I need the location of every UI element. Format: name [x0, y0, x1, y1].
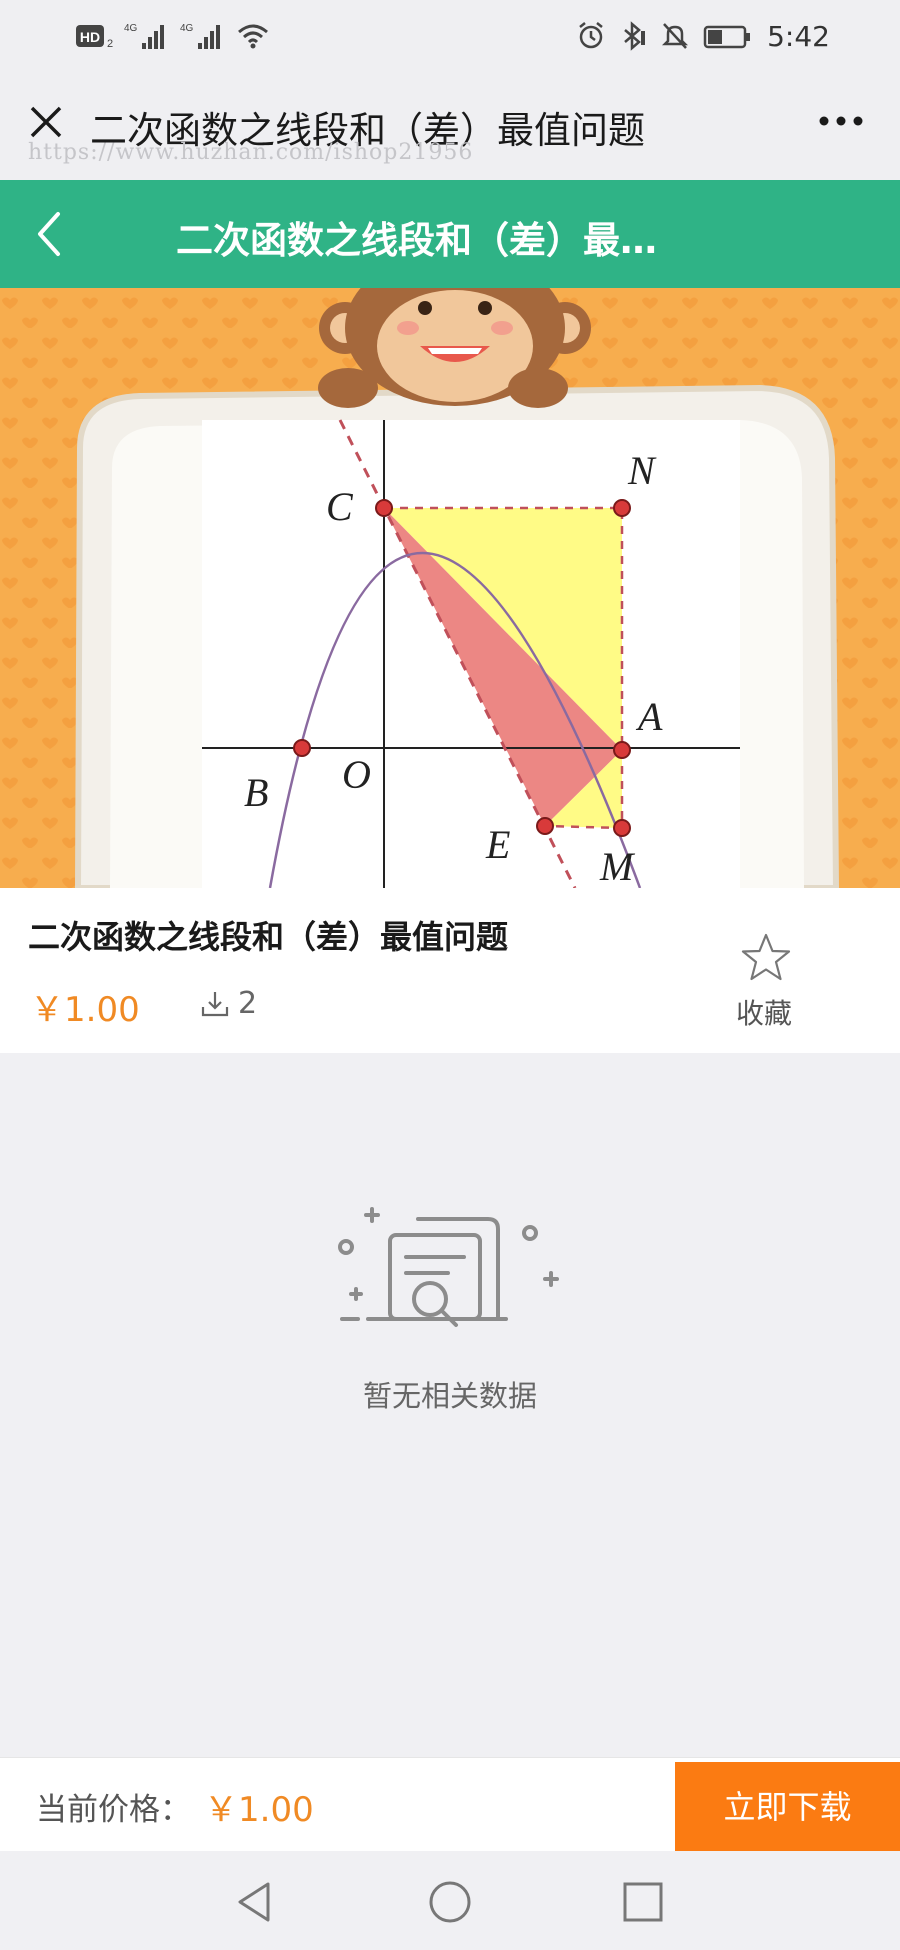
favorite-button[interactable]: 收藏: [736, 932, 796, 1032]
app-header: 二次函数之线段和（差）最…: [0, 180, 900, 288]
label-n: N: [627, 448, 657, 493]
hd-icon: HD 2: [76, 25, 113, 49]
label-b: B: [244, 770, 268, 815]
bluetooth-icon: [624, 21, 646, 51]
nav-home-icon[interactable]: [427, 1879, 473, 1925]
product-banner: C N A B O E M: [0, 288, 900, 888]
svg-text:4G: 4G: [124, 23, 138, 34]
banner-illustration: C N A B O E M: [0, 288, 900, 888]
mute-icon: [662, 23, 689, 49]
status-bar: HD 2 4G 4G 5:42: [0, 0, 900, 72]
download-icon: [201, 991, 229, 1016]
svg-text:HD: HD: [80, 29, 100, 45]
wifi-icon: [238, 24, 268, 49]
download-now-button[interactable]: 立即下载: [675, 1762, 900, 1852]
product-title: 二次函数之线段和（差）最值问题: [28, 918, 509, 956]
current-price-value: ￥1.00: [204, 1790, 314, 1830]
clock: 5:42: [767, 19, 830, 53]
more-icon[interactable]: [816, 106, 866, 136]
no-data-icon: [338, 1207, 559, 1327]
purchase-bar: 当前价格： ￥1.00 立即下载: [0, 1757, 900, 1852]
empty-state: 暂无相关数据: [0, 1053, 900, 1753]
battery-icon: [703, 25, 751, 49]
label-m: M: [599, 844, 636, 888]
signal-icon: 4G: [124, 23, 164, 49]
signal-icon-2: 4G: [180, 23, 220, 49]
math-figure: C N A B O E M: [202, 419, 740, 888]
close-icon[interactable]: [26, 102, 66, 142]
product-info: 二次函数之线段和（差）最值问题 ￥1.00 2 收藏: [0, 888, 900, 1053]
alarm-icon: [579, 22, 603, 49]
nav-back-icon[interactable]: [232, 1879, 278, 1925]
empty-state-text: 暂无相关数据: [362, 1379, 537, 1413]
download-count: 2: [200, 986, 257, 1021]
status-right: 5:42: [577, 18, 830, 54]
favorite-label: 收藏: [735, 997, 792, 1030]
label-e: E: [485, 822, 510, 867]
download-count-value: 2: [238, 986, 258, 1021]
svg-text:2: 2: [107, 38, 113, 49]
current-price-label: 当前价格：: [36, 1792, 191, 1828]
star-icon[interactable]: [738, 932, 794, 984]
label-a: A: [635, 694, 663, 739]
product-price: ￥1.00: [30, 990, 140, 1030]
header-title: 二次函数之线段和（差）最…: [176, 219, 657, 262]
label-o: O: [342, 752, 371, 797]
status-left: HD 2 4G 4G: [76, 18, 270, 54]
label-c: C: [326, 484, 354, 529]
svg-text:4G: 4G: [180, 23, 194, 34]
monkey-mascot: [318, 288, 591, 408]
nav-recents-icon[interactable]: [620, 1879, 666, 1925]
system-nav-bar: [0, 1851, 900, 1950]
watermark: https://www.huzhan.com/ishop21956: [28, 140, 474, 165]
back-arrow-icon[interactable]: [32, 208, 72, 260]
webview-titlebar: 二次函数之线段和（差）最值问题 https://www.huzhan.com/i…: [0, 72, 900, 180]
